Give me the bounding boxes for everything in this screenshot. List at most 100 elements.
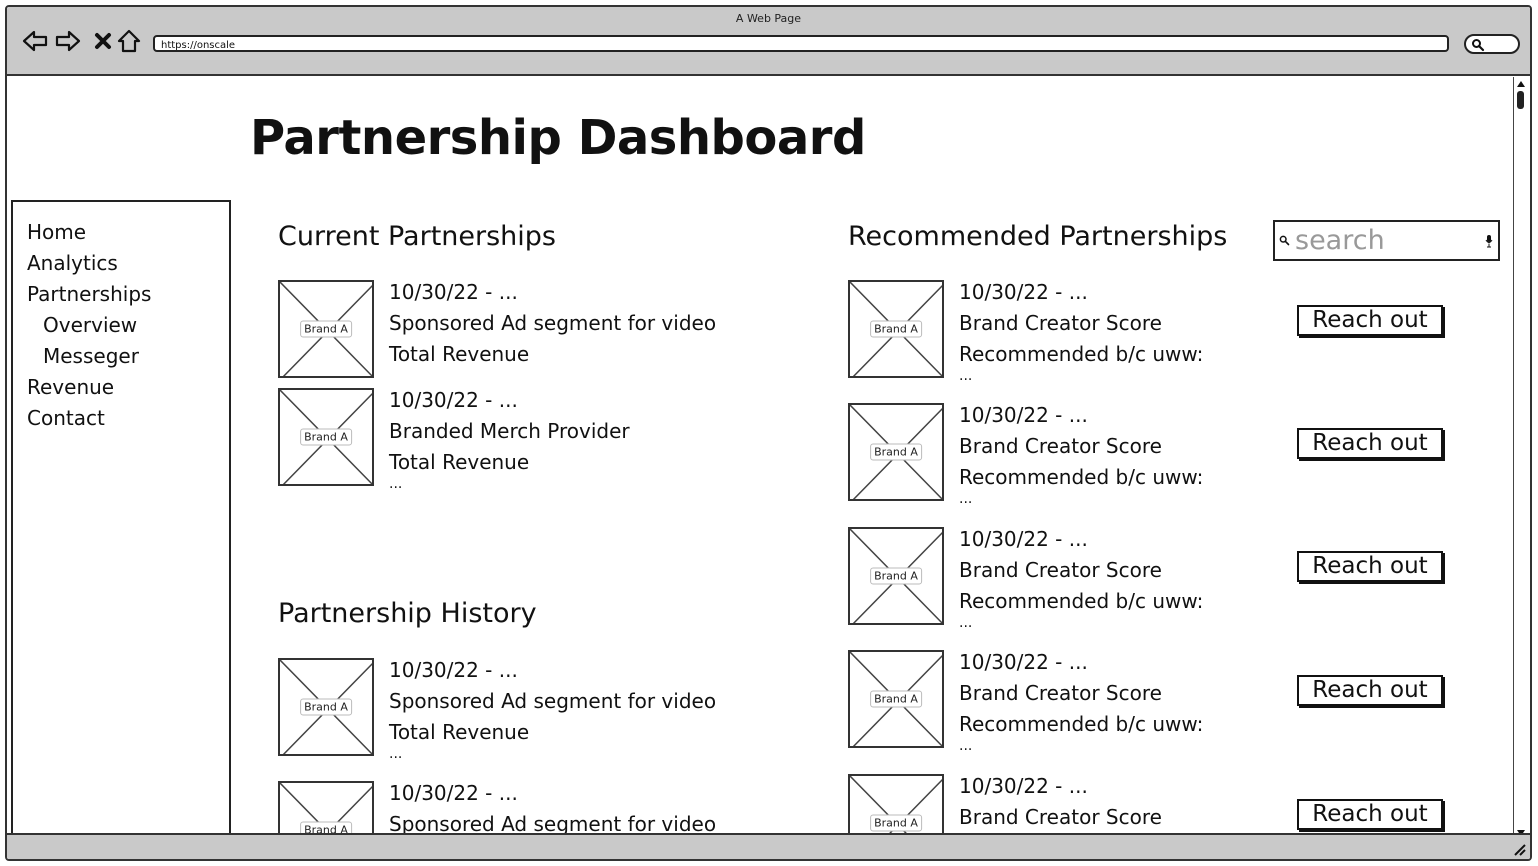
recommended-partnership-card[interactable]: Brand A 10/30/22 - ... Brand Creator Sco…	[848, 280, 1368, 400]
brand-image-placeholder: Brand A	[848, 280, 944, 378]
card-date: 10/30/22 - ...	[389, 781, 518, 805]
sidebar-item-overview[interactable]: Overview	[13, 310, 229, 341]
window-title: A Web Page	[735, 12, 802, 25]
close-icon	[95, 33, 111, 49]
card-reason: Recommended b/c uww:	[959, 712, 1204, 736]
card-more: ...	[959, 491, 973, 507]
card-more: ...	[959, 738, 973, 754]
brand-name: Brand A	[300, 320, 352, 338]
microphone-icon[interactable]	[1485, 234, 1493, 248]
card-date: 10/30/22 - ...	[959, 774, 1088, 798]
search-placeholder: search	[1295, 225, 1385, 256]
home-button[interactable]	[115, 27, 143, 55]
recommended-partnership-card[interactable]: Brand A 10/30/22 - ... Brand Creator Sco…	[848, 527, 1368, 647]
history-partnership-card[interactable]: Brand A 10/30/22 - ... Sponsored Ad segm…	[278, 658, 798, 778]
card-date: 10/30/22 - ...	[389, 280, 518, 304]
recommended-partnerships-title: Recommended Partnerships	[848, 221, 1228, 252]
chevron-up-icon	[1517, 81, 1525, 87]
card-date: 10/30/22 - ...	[959, 527, 1088, 551]
current-partnership-card[interactable]: Brand A 10/30/22 - ... Sponsored Ad segm…	[278, 280, 798, 400]
brand-image-placeholder: Brand A	[848, 650, 944, 748]
search-icon	[1279, 235, 1290, 246]
current-partnerships-title: Current Partnerships	[278, 221, 557, 252]
current-partnership-card[interactable]: Brand A 10/30/22 - ... Branded Merch Pro…	[278, 388, 798, 508]
card-more: ...	[389, 476, 403, 492]
reach-out-button[interactable]: Reach out	[1297, 799, 1443, 830]
card-reason: Recommended b/c uww:	[959, 589, 1204, 613]
brand-name: Brand A	[300, 698, 352, 716]
url-bar[interactable]: https://onscale	[153, 35, 1449, 52]
brand-name: Brand A	[870, 443, 922, 461]
card-description: Sponsored Ad segment for video	[389, 311, 717, 335]
browser-statusbar	[7, 833, 1530, 859]
card-score: Brand Creator Score	[959, 805, 1162, 829]
card-description: Sponsored Ad segment for video	[389, 689, 717, 713]
back-button[interactable]	[21, 27, 49, 55]
recommended-partnership-card[interactable]: Brand A 10/30/22 - ... Brand Creator Sco…	[848, 650, 1368, 770]
card-details: 10/30/22 - ... Brand Creator Score	[959, 771, 1162, 833]
reach-out-button[interactable]: Reach out	[1297, 675, 1443, 706]
sidebar-nav: Home Analytics Partnerships Overview Mes…	[11, 200, 231, 836]
brand-name: Brand A	[300, 428, 352, 446]
card-details: 10/30/22 - ... Branded Merch Provider To…	[389, 385, 630, 492]
brand-image-placeholder: Brand A	[848, 527, 944, 625]
search-input[interactable]: search	[1273, 220, 1500, 261]
sidebar-item-contact[interactable]: Contact	[13, 403, 229, 434]
card-more: ...	[389, 746, 403, 762]
brand-name: Brand A	[870, 814, 922, 832]
card-date: 10/30/22 - ...	[959, 650, 1088, 674]
card-date: 10/30/22 - ...	[389, 388, 518, 412]
card-revenue: Total Revenue	[389, 450, 530, 474]
card-revenue: Total Revenue	[389, 720, 530, 744]
vertical-scrollbar[interactable]	[1513, 77, 1528, 838]
partnership-history-title: Partnership History	[278, 598, 537, 629]
page-title: Partnership Dashboard	[250, 110, 866, 166]
card-score: Brand Creator Score	[959, 681, 1162, 705]
card-details: 10/30/22 - ... Brand Creator Score Recom…	[959, 400, 1204, 507]
sidebar-item-home[interactable]: Home	[13, 217, 229, 248]
card-reason: Recommended b/c uww:	[959, 342, 1204, 366]
card-details: 10/30/22 - ... Brand Creator Score Recom…	[959, 277, 1204, 384]
reach-out-button[interactable]: Reach out	[1297, 428, 1443, 459]
browser-window: A Web Page https://onscale Partnership D…	[5, 5, 1532, 861]
reach-out-button[interactable]: Reach out	[1297, 551, 1443, 582]
sidebar-item-partnerships[interactable]: Partnerships	[13, 279, 229, 310]
card-revenue: Total Revenue	[389, 342, 530, 366]
brand-image-placeholder: Brand A	[848, 774, 944, 838]
brand-name: Brand A	[870, 567, 922, 585]
card-details: 10/30/22 - ... Sponsored Ad segment for …	[389, 277, 716, 370]
card-reason: Recommended b/c uww:	[959, 465, 1204, 489]
card-score: Brand Creator Score	[959, 311, 1162, 335]
resize-grip-icon[interactable]	[1512, 842, 1526, 856]
card-date: 10/30/22 - ...	[959, 280, 1088, 304]
scroll-up-button[interactable]	[1515, 79, 1527, 89]
reach-out-button[interactable]: Reach out	[1297, 305, 1443, 336]
page-viewport: Partnership Dashboard Home Analytics Par…	[7, 76, 1515, 838]
card-more: ...	[959, 368, 973, 384]
browser-titlebar: A Web Page https://onscale	[7, 7, 1530, 76]
recommended-partnership-card[interactable]: Brand A 10/30/22 - ... Brand Creator Sco…	[848, 774, 1368, 838]
sidebar-item-analytics[interactable]: Analytics	[13, 248, 229, 279]
card-date: 10/30/22 - ...	[389, 658, 518, 682]
search-icon	[1472, 39, 1485, 52]
sidebar-item-revenue[interactable]: Revenue	[13, 372, 229, 403]
brand-image-placeholder: Brand A	[278, 658, 374, 756]
stop-button[interactable]	[89, 27, 117, 55]
brand-image-placeholder: Brand A	[278, 388, 374, 486]
card-date: 10/30/22 - ...	[959, 403, 1088, 427]
browser-search-button[interactable]	[1464, 34, 1520, 54]
home-icon	[117, 29, 141, 53]
card-details: 10/30/22 - ... Sponsored Ad segment for …	[389, 655, 717, 762]
recommended-partnership-card[interactable]: Brand A 10/30/22 - ... Brand Creator Sco…	[848, 403, 1368, 523]
forward-arrow-icon	[55, 30, 81, 52]
card-score: Brand Creator Score	[959, 434, 1162, 458]
card-more: ...	[959, 615, 973, 631]
brand-name: Brand A	[870, 690, 922, 708]
scroll-thumb[interactable]	[1517, 91, 1524, 109]
history-partnership-card[interactable]: Brand A 10/30/22 - ... Sponsored Ad segm…	[278, 781, 798, 838]
card-details: 10/30/22 - ... Brand Creator Score Recom…	[959, 647, 1204, 754]
card-description: Branded Merch Provider	[389, 419, 630, 443]
card-score: Brand Creator Score	[959, 558, 1162, 582]
sidebar-item-messeger[interactable]: Messeger	[13, 341, 229, 372]
forward-button[interactable]	[54, 27, 82, 55]
